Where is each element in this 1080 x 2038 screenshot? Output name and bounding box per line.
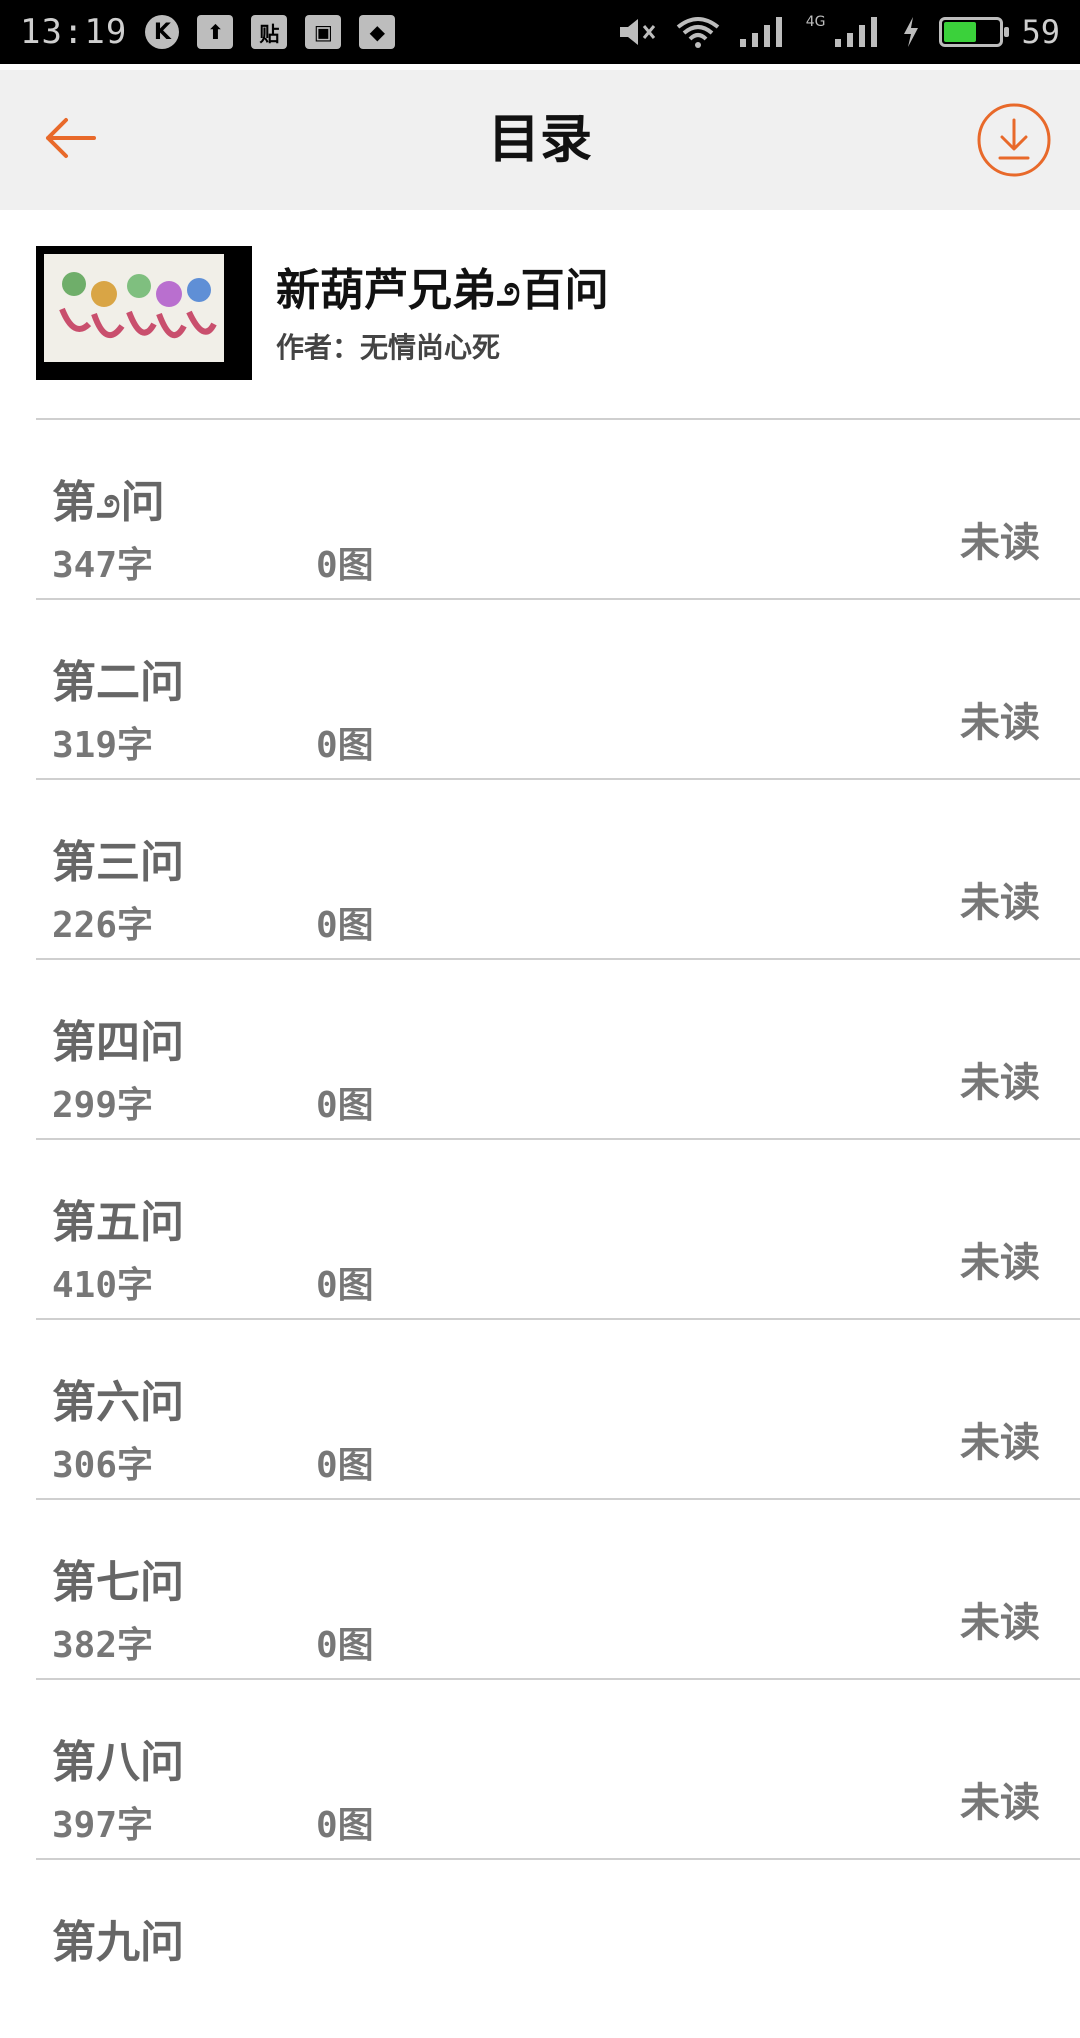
chapter-image-count: 0图: [316, 1445, 374, 1486]
chapter-item[interactable]: 第二问 319字 0图 未读: [36, 600, 1080, 780]
chapter-read-status: 未读: [960, 880, 1040, 926]
upload-icon: ⬆: [197, 15, 234, 49]
chapter-title: 第八问: [52, 1737, 184, 1788]
chapter-word-count: 299字: [52, 1085, 154, 1126]
charging-icon: [904, 17, 919, 47]
chapter-title: 第五问: [52, 1197, 184, 1248]
chapter-item[interactable]: 第三问 226字 0图 未读: [36, 780, 1080, 960]
book-author: 作者：无情尚心死: [276, 331, 501, 364]
chapter-word-count: 410字: [52, 1265, 154, 1306]
chapter-image-count: 0图: [316, 1265, 374, 1306]
chapter-read-status: 未读: [960, 1240, 1040, 1286]
chapter-read-status: 未读: [960, 1600, 1040, 1646]
status-bar: 13:19 K ⬆ 贴 ▣ ◆ 4G 59: [0, 0, 1080, 64]
clock: 13:19: [20, 12, 128, 52]
chapter-word-count: 319字: [52, 725, 154, 766]
chapter-image-count: 0图: [316, 725, 374, 766]
tie-icon: 贴: [251, 15, 288, 49]
book-title: 新葫芦兄弟೨百问: [276, 265, 609, 316]
chapter-list: 第೨问 347字 0图 未读 第二问 319字 0图 未读 第三问 226字 0…: [36, 420, 1080, 2038]
network-type-label: 4G: [805, 14, 826, 30]
chapter-title: 第九问: [52, 1917, 184, 1968]
chapter-item[interactable]: 第八问 397字 0图 未读: [36, 1680, 1080, 1860]
chapter-title: 第೨问: [52, 477, 165, 528]
qq-icon: ◆: [359, 15, 396, 49]
chapter-title: 第二问: [52, 657, 184, 708]
download-icon[interactable]: [976, 102, 1052, 178]
chapter-image-count: 0图: [316, 1085, 374, 1126]
chapter-read-status: 未读: [960, 1060, 1040, 1106]
status-bar-left: 13:19 K ⬆ 贴 ▣ ◆: [20, 12, 396, 52]
battery-fill: [944, 22, 977, 42]
chapter-item[interactable]: 第೨问 347字 0图 未读: [36, 420, 1080, 600]
back-arrow-icon[interactable]: [40, 108, 100, 168]
chapter-image-count: 0图: [316, 1625, 374, 1666]
chapter-item[interactable]: 第六问 306字 0图 未读: [36, 1320, 1080, 1500]
chapter-title: 第七问: [52, 1557, 184, 1608]
page-title: 目录: [487, 110, 592, 170]
chapter-word-count: 306字: [52, 1445, 154, 1486]
book-cover: [36, 246, 252, 380]
wifi-icon: [676, 17, 719, 48]
battery-percent: 59: [1021, 13, 1060, 51]
image-icon: ▣: [305, 15, 342, 49]
signal-icon: [739, 17, 782, 47]
chapter-word-count: 347字: [52, 545, 154, 586]
k-icon: K: [145, 15, 180, 49]
chapter-image-count: 0图: [316, 905, 374, 946]
chapter-read-status: 未读: [960, 520, 1040, 566]
chapter-read-status: 未读: [960, 700, 1040, 746]
cover-illustration: [44, 254, 224, 362]
chapter-read-status: 未读: [960, 1780, 1040, 1826]
chapter-word-count: 226字: [52, 905, 154, 946]
chapter-image-count: 0图: [316, 545, 374, 586]
chapter-item[interactable]: 第七问 382字 0图 未读: [36, 1500, 1080, 1680]
app-header: 目录: [0, 70, 1080, 210]
signal-4g-icon: [835, 17, 878, 47]
chapter-image-count: 0图: [316, 1805, 374, 1846]
chapter-item[interactable]: 第四问 299字 0图 未读: [36, 960, 1080, 1140]
chapter-title: 第三问: [52, 837, 184, 888]
status-bar-right: 4G 59: [618, 13, 1060, 51]
chapter-item[interactable]: 第九问: [36, 1860, 1080, 2038]
battery-icon: [939, 17, 1010, 47]
chapter-title: 第六问: [52, 1377, 184, 1428]
chapter-title: 第四问: [52, 1017, 184, 1068]
chapter-read-status: 未读: [960, 1420, 1040, 1466]
book-info: 新葫芦兄弟೨百问 作者：无情尚心死: [36, 246, 1080, 420]
chapter-item[interactable]: 第五问 410字 0图 未读: [36, 1140, 1080, 1320]
mute-icon: [619, 19, 655, 45]
chapter-word-count: 397字: [52, 1805, 154, 1846]
chapter-word-count: 382字: [52, 1625, 154, 1666]
